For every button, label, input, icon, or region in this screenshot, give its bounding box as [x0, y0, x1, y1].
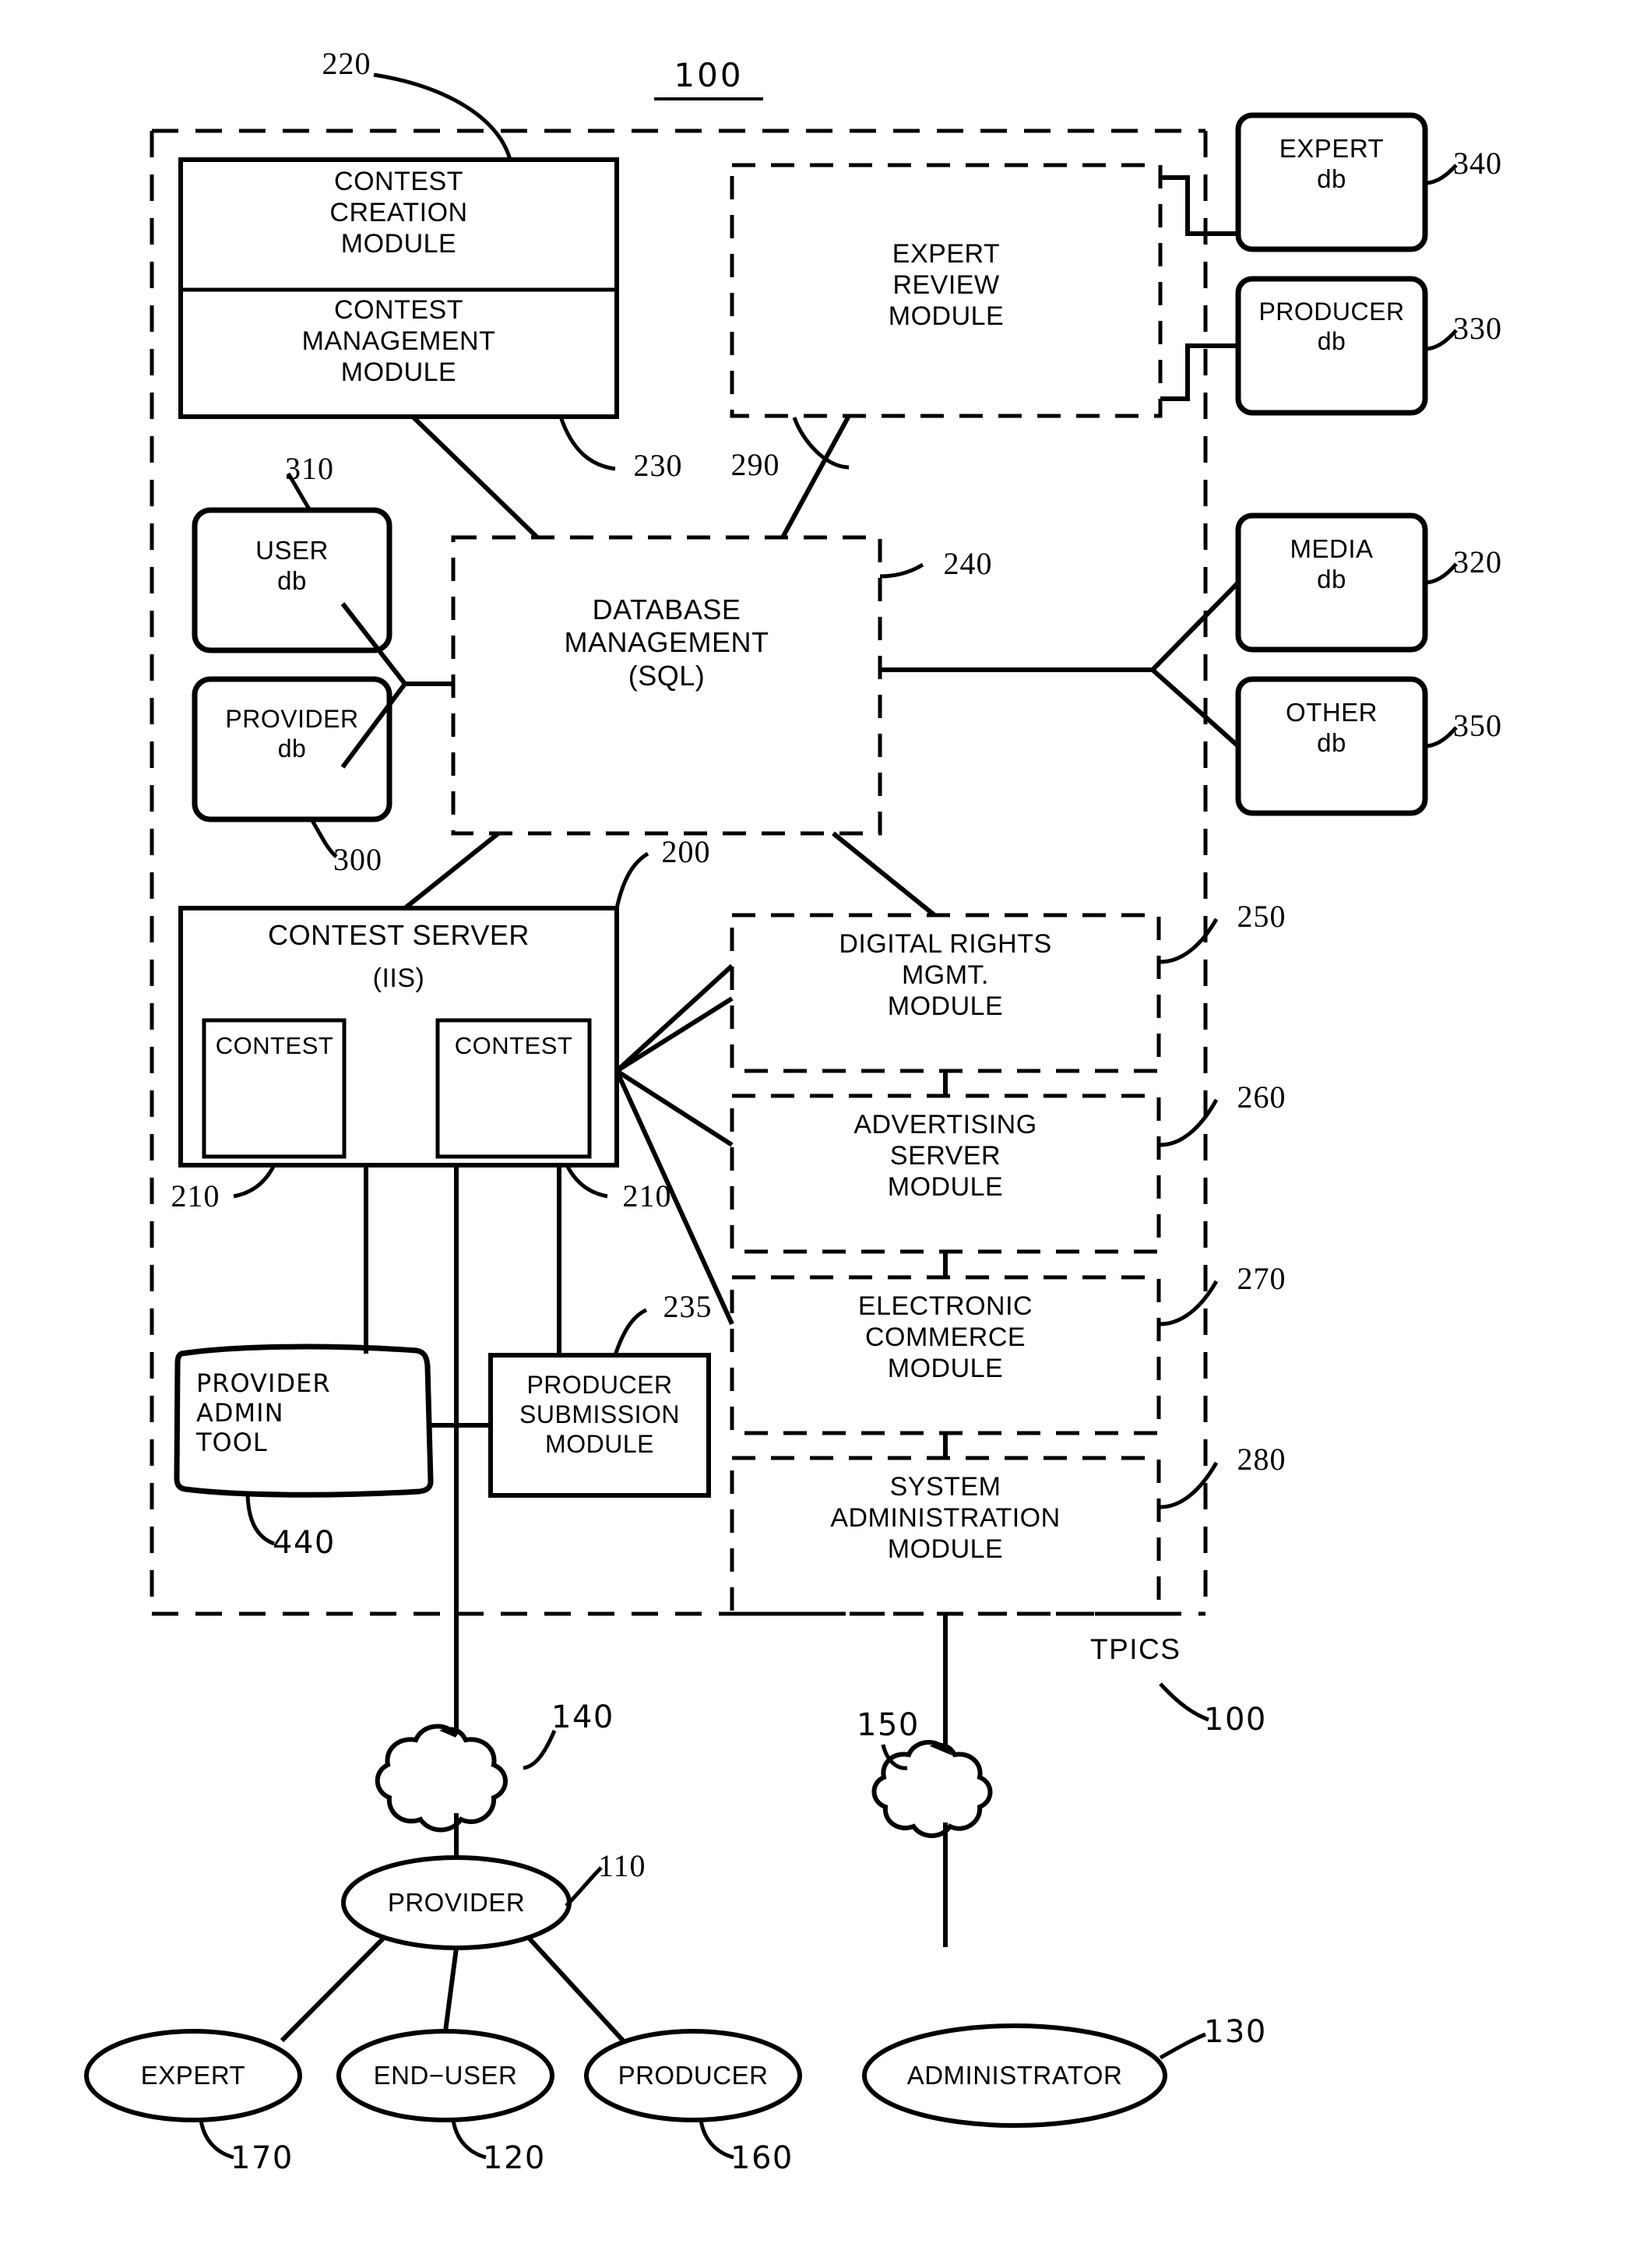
link-provider-producer: [526, 1935, 625, 2043]
digital-rights-module-label: DIGITAL RIGHTS MGMT. MODULE: [839, 929, 1052, 1022]
contest-instance-right-label: CONTEST: [454, 1032, 573, 1059]
producer-actor-label: PRODUCER: [618, 2061, 769, 2090]
ref-210-right: 210: [622, 1178, 672, 1213]
link-server-to-drm: [615, 996, 734, 1073]
leader-100-system: [1159, 1682, 1209, 1722]
leader-130: [1159, 2032, 1206, 2060]
leader-320: [1424, 562, 1458, 585]
leader-240: [879, 562, 924, 579]
leader-290: [792, 417, 850, 470]
tpics-system-label: TPICS: [1090, 1633, 1181, 1665]
media-db-label: MEDIA db: [1290, 534, 1374, 593]
ref-120: 120: [483, 2140, 546, 2176]
expert-review-module-label: EXPERT REVIEW MODULE: [888, 239, 1005, 332]
producer-submission-module-label: PRODUCER SUBMISSION MODULE: [519, 1371, 680, 1458]
leader-150: [881, 1744, 908, 1770]
leader-440: [245, 1491, 275, 1546]
leader-140: [523, 1730, 557, 1770]
leader-220: [373, 72, 512, 160]
leader-120: [451, 2119, 487, 2160]
ref-290: 290: [730, 447, 780, 482]
leader-230: [558, 416, 616, 471]
contest-server-sublabel: (IIS): [372, 963, 425, 993]
ref-160: 160: [730, 2140, 794, 2176]
contest-instance-left-label: CONTEST: [215, 1032, 334, 1059]
provider-db-label: PROVIDER db: [225, 705, 359, 762]
ref-260: 260: [1237, 1079, 1286, 1115]
contest-server-label: CONTEST SERVER: [268, 919, 530, 951]
ref-200: 200: [661, 834, 711, 869]
expert-actor-label: EXPERT: [140, 2061, 246, 2090]
ref-300: 300: [333, 842, 382, 877]
ref-220: 220: [322, 46, 371, 81]
contest-creation-module-label: CONTEST CREATION MODULE: [329, 167, 468, 259]
ref-250: 250: [1237, 899, 1286, 934]
ref-350: 350: [1453, 708, 1502, 743]
contest-management-module-label: CONTEST MANAGEMENT MODULE: [301, 295, 496, 388]
ref-130: 130: [1204, 2014, 1267, 2050]
link-provider-end-user: [443, 1947, 459, 2032]
link-user-db-dbms: [340, 602, 407, 685]
other-db-label: OTHER db: [1286, 698, 1378, 757]
advertising-server-module-label: ADVERTISING SERVER MODULE: [853, 1110, 1037, 1203]
provider-network-cloud: [375, 1724, 508, 1833]
link-expert-review-expert-db: [1160, 175, 1238, 236]
leader-250: [1160, 917, 1219, 964]
leader-270: [1160, 1280, 1219, 1326]
leader-110: [565, 1866, 603, 1907]
administrator-actor-label: ADMINISTRATOR: [906, 2061, 1123, 2090]
link-dbms-other-db: [1151, 667, 1240, 748]
user-db-label: USER db: [255, 536, 329, 595]
leader-235: [613, 1308, 648, 1356]
leader-330: [1424, 329, 1458, 351]
ref-320: 320: [1453, 544, 1502, 579]
ref-310: 310: [285, 451, 334, 486]
admin-network-cloud: [871, 1739, 993, 1838]
figure-number: 100: [654, 56, 763, 100]
provider-admin-tool-label: PROVIDER ADMIN TOOL: [196, 1368, 331, 1457]
database-management-module-label: DATABASE MANAGEMENT (SQL): [564, 593, 769, 692]
leader-260: [1160, 1098, 1219, 1147]
leader-340: [1424, 164, 1458, 185]
leader-350: [1424, 726, 1458, 748]
ref-110: 110: [598, 1848, 646, 1883]
ref-330: 330: [1453, 311, 1502, 346]
leader-210-left: [233, 1164, 276, 1199]
end-user-actor-label: END−USER: [373, 2061, 518, 2090]
producer-db-label: PRODUCER db: [1258, 298, 1405, 355]
link-server-to-drm-b: [614, 963, 734, 1073]
ref-140: 140: [551, 1699, 614, 1735]
ref-210-left: 210: [171, 1178, 220, 1213]
ref-170: 170: [231, 2140, 294, 2176]
system-administration-module-label: SYSTEM ADMINISTRATION MODULE: [830, 1472, 1061, 1565]
leader-280: [1160, 1461, 1219, 1509]
leader-160: [699, 2119, 734, 2160]
ref-440: 440: [273, 1525, 336, 1561]
link-server-to-ads: [615, 1069, 734, 1147]
ref-340: 340: [1453, 146, 1502, 181]
ref-240: 240: [943, 546, 993, 581]
ref-280: 280: [1237, 1442, 1286, 1477]
ref-270: 270: [1237, 1261, 1286, 1296]
leader-170: [199, 2119, 234, 2160]
ref-235: 235: [663, 1289, 713, 1324]
link-contest-mgmt-dbms: [410, 414, 540, 540]
expert-db-label: EXPERT db: [1279, 134, 1385, 193]
electronic-commerce-module-label: ELECTRONIC COMMERCE MODULE: [857, 1291, 1033, 1384]
link-provider-expert: [280, 1935, 387, 2043]
ref-230: 230: [633, 448, 683, 483]
link-dbms-contest-server: [403, 831, 500, 910]
link-dbms-digital-rights: [832, 831, 936, 917]
link-dbms-media-db: [1150, 580, 1241, 672]
patent-figure: 100 CONTEST CREATION MODULE CONTEST MANA…: [0, 0, 1626, 2268]
link-expert-review-producer-db: [1160, 343, 1238, 401]
provider-actor-label: PROVIDER: [387, 1888, 526, 1917]
leader-210-right: [565, 1164, 608, 1199]
ref-100-system: 100: [1204, 1702, 1267, 1738]
ref-150: 150: [857, 1707, 920, 1743]
